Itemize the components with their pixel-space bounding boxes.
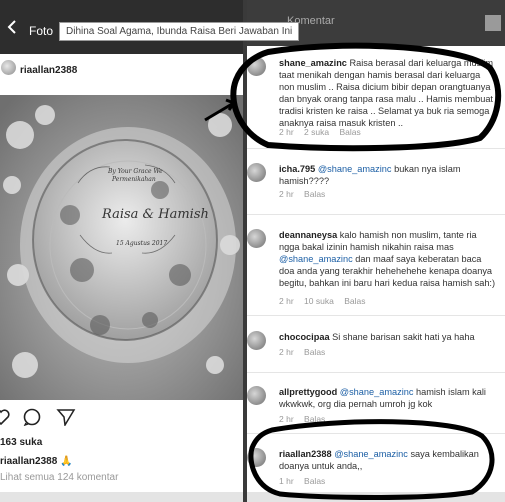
comment-username[interactable]: riaallan2388 (279, 449, 332, 459)
svg-text:Raisa & Hamish: Raisa & Hamish (101, 207, 209, 222)
reply-button[interactable]: Balas (304, 347, 325, 357)
comment-username[interactable]: chococipaa (279, 332, 330, 342)
comment-mention[interactable]: @shane_amazinc (340, 387, 414, 397)
comment-username[interactable]: deannaneysa (279, 230, 337, 240)
comment-meta: 2 hr Balas (279, 189, 333, 199)
post-panel: Foto Dihina Soal Agama, Ibunda Raisa Ber… (0, 0, 300, 502)
avatar[interactable] (247, 331, 266, 350)
comment-meta: 1 hr Balas (279, 476, 333, 486)
comment-time: 2 hr (279, 189, 294, 199)
comment-likes[interactable]: 10 suka (304, 296, 334, 306)
screenshot-frame: Foto Dihina Soal Agama, Ibunda Raisa Ber… (0, 0, 505, 502)
comment-time: 2 hr (279, 347, 294, 357)
comment-time: 2 hr (279, 296, 294, 306)
comment-content: Si shane barisan sakit hati ya haha (332, 332, 475, 342)
comment-username[interactable]: shane_amazinc (279, 58, 347, 68)
comment-meta: 2 hr 2 suka Balas (279, 127, 369, 137)
comment-text: riaallan2388 @shane_amazinc saya kembali… (279, 448, 497, 472)
svg-text:15 Agustus 2017: 15 Agustus 2017 (116, 240, 167, 247)
heart-icon[interactable] (0, 408, 11, 426)
comment-meta: 2 hr Balas (279, 414, 333, 424)
comment-text: chococipaa Si shane barisan sakit hati y… (279, 331, 497, 343)
wedding-box-image: By Your Grace We Permenikahan Raisa & Ha… (0, 95, 243, 400)
bottom-nav-bar (0, 492, 243, 502)
post-photo: By Your Grace We Permenikahan Raisa & Ha… (0, 95, 243, 400)
divider (247, 214, 505, 215)
avatar[interactable] (1, 60, 16, 75)
view-all-comments-link[interactable]: Lihat semua 124 komentar (0, 472, 118, 483)
avatar[interactable] (247, 163, 266, 182)
comment-meta: 2 hr Balas (279, 347, 333, 357)
divider (247, 315, 505, 316)
reply-button[interactable]: Balas (344, 296, 365, 306)
comment-time: 1 hr (279, 476, 294, 486)
camera-icon[interactable] (485, 15, 501, 31)
divider (247, 433, 505, 434)
comment-mention[interactable]: @shane_amazinc (279, 254, 353, 264)
avatar[interactable] (247, 448, 266, 467)
comment-likes[interactable]: 2 suka (304, 127, 329, 137)
divider (247, 372, 505, 373)
comment-username[interactable]: icha.795 (279, 164, 315, 174)
comment-content: Raisa berasal dari keluarga muslim taat … (279, 58, 493, 128)
svg-text:By Your Grace We: By Your Grace We (107, 168, 163, 175)
comment-meta: 2 hr 10 suka Balas (279, 296, 373, 306)
comments-panel: Komentar shane_amazinc Raisa berasal dar… (247, 0, 505, 502)
comment-time: 2 hr (279, 127, 294, 137)
comment-mention[interactable]: @shane_amazinc (334, 449, 408, 459)
svg-text:Permenikahan: Permenikahan (111, 176, 156, 183)
send-icon[interactable] (56, 408, 76, 426)
comment-text: shane_amazinc Raisa berasal dari keluarg… (279, 57, 497, 129)
comment-text: icha.795 @shane_amazinc bukan nya islam … (279, 163, 497, 187)
comment-text: allprettygood @shane_amazinc hamish isla… (279, 386, 497, 410)
comment-icon[interactable] (22, 408, 42, 426)
avatar[interactable] (247, 386, 266, 405)
comment-username[interactable]: allprettygood (279, 387, 337, 397)
reply-button[interactable]: Balas (339, 127, 360, 137)
news-headline: Dihina Soal Agama, Ibunda Raisa Beri Jaw… (59, 22, 300, 41)
comment-time: 2 hr (279, 414, 294, 424)
comment-text: deannaneysa kalo hamish non muslim, tant… (279, 229, 497, 289)
reply-button[interactable]: Balas (304, 476, 325, 486)
post-username[interactable]: riaallan2388 (20, 65, 77, 76)
reply-button[interactable]: Balas (304, 189, 325, 199)
post-caption: riaallan2388 🙏 (0, 456, 73, 467)
divider (247, 148, 505, 149)
caption-username[interactable]: riaallan2388 (0, 456, 57, 467)
page-title: Foto (29, 24, 54, 38)
caption-emoji: 🙏 (60, 456, 73, 467)
reply-button[interactable]: Balas (304, 414, 325, 424)
avatar[interactable] (247, 229, 266, 248)
bottom-nav-bar (247, 492, 505, 502)
like-count[interactable]: 163 suka (0, 437, 42, 448)
avatar[interactable] (247, 57, 266, 76)
comment-mention[interactable]: @shane_amazinc (318, 164, 392, 174)
back-arrow-icon[interactable] (6, 20, 18, 34)
